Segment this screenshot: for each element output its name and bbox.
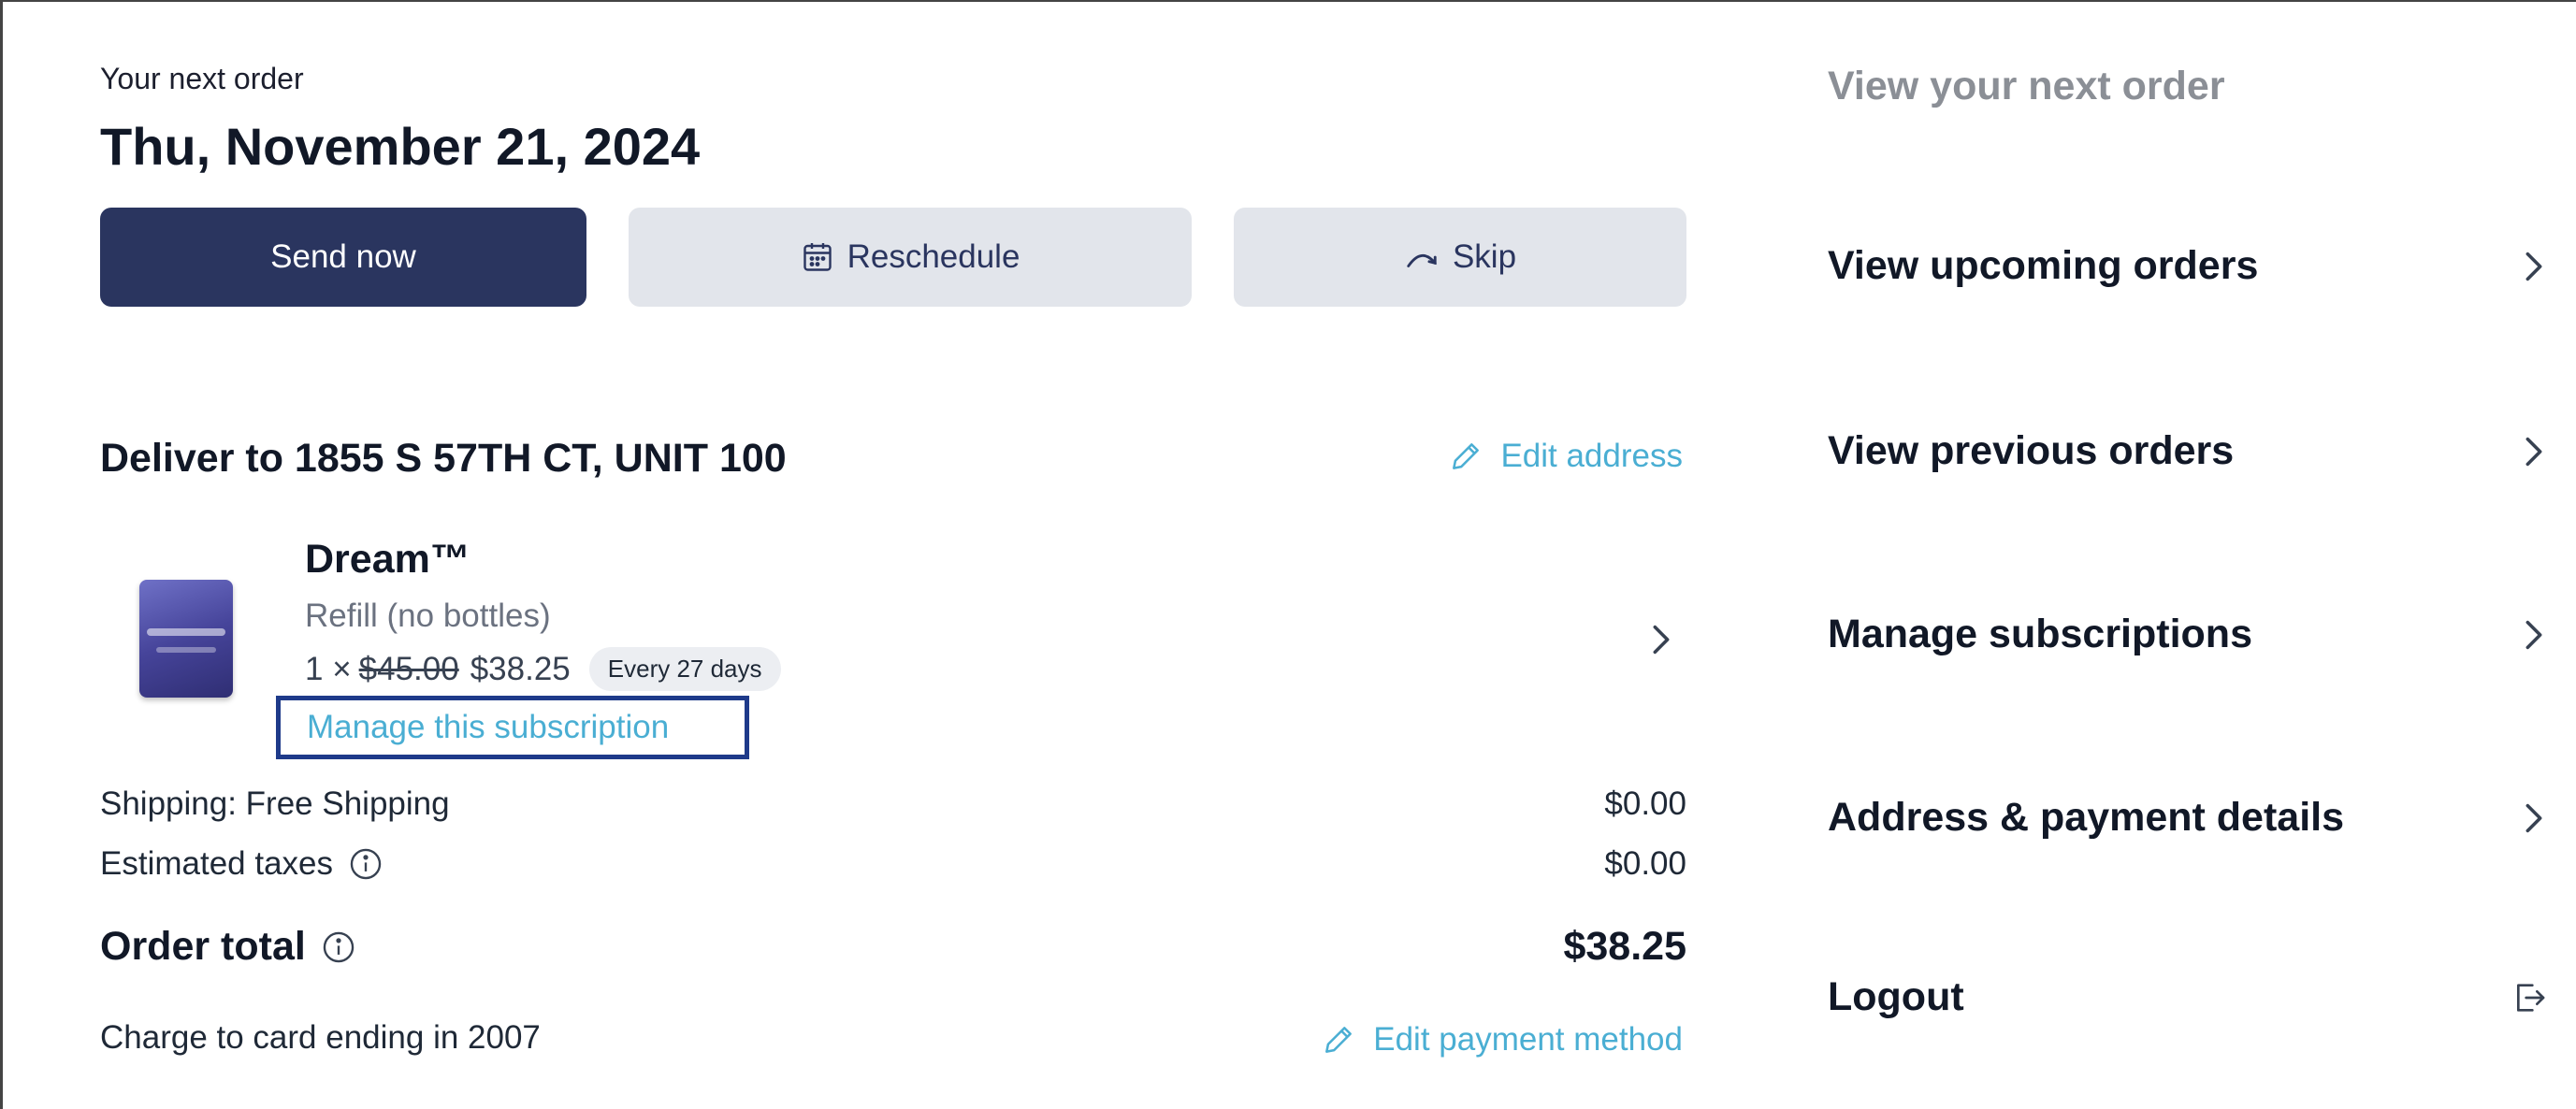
sidebar-item-label: View upcoming orders bbox=[1828, 243, 2259, 288]
edit-payment-link[interactable]: Edit payment method bbox=[1321, 1021, 1683, 1059]
info-icon[interactable] bbox=[348, 846, 384, 882]
pencil-icon bbox=[1321, 1022, 1356, 1058]
shipping-row: Shipping: Free Shipping $0.00 bbox=[100, 785, 1686, 823]
taxes-value: $0.00 bbox=[1604, 845, 1686, 882]
shipping-value: $0.00 bbox=[1604, 785, 1686, 822]
sidebar-item-logout[interactable]: Logout bbox=[1828, 974, 2548, 1020]
next-order-date: Thu, November 21, 2024 bbox=[100, 117, 701, 176]
reschedule-button[interactable]: Reschedule bbox=[629, 208, 1192, 307]
sidebar-title: View your next order bbox=[1828, 64, 2225, 108]
product-image bbox=[139, 580, 233, 698]
sidebar-item-label: Address & payment details bbox=[1828, 795, 2345, 840]
pencil-icon bbox=[1448, 439, 1483, 474]
order-total-value: $38.25 bbox=[1563, 924, 1686, 969]
chevron-right-icon bbox=[2520, 433, 2548, 470]
edit-address-label: Edit address bbox=[1500, 438, 1683, 474]
info-icon[interactable] bbox=[321, 929, 356, 965]
sidebar-item-label: Manage subscriptions bbox=[1828, 612, 2252, 656]
chevron-right-icon bbox=[2520, 248, 2548, 285]
chevron-right-icon bbox=[2520, 616, 2548, 654]
skip-label: Skip bbox=[1452, 238, 1517, 275]
calendar-icon bbox=[801, 240, 834, 274]
edit-payment-label: Edit payment method bbox=[1373, 1021, 1683, 1058]
logout-icon bbox=[2511, 979, 2548, 1016]
chevron-right-icon[interactable] bbox=[1647, 621, 1675, 658]
product-quantity: 1 × bbox=[305, 650, 352, 687]
sidebar-item-previous-orders[interactable]: View previous orders bbox=[1828, 428, 2548, 474]
sidebar-item-manage-subscriptions[interactable]: Manage subscriptions bbox=[1828, 612, 2548, 657]
taxes-label: Estimated taxes bbox=[100, 845, 333, 882]
charge-card-text: Charge to card ending in 2007 bbox=[100, 1019, 541, 1056]
sidebar-item-address-payment[interactable]: Address & payment details bbox=[1828, 795, 2548, 841]
chevron-right-icon bbox=[2520, 799, 2548, 837]
reschedule-label: Reschedule bbox=[847, 238, 1020, 275]
skip-arc-icon bbox=[1404, 243, 1440, 271]
send-now-button[interactable]: Send now bbox=[100, 208, 586, 307]
product-price-line: 1 × $45.00 $38.25 Every 27 days bbox=[305, 647, 781, 691]
next-order-label: Your next order bbox=[100, 62, 304, 95]
delivery-address: Deliver to 1855 S 57TH CT, UNIT 100 bbox=[100, 436, 787, 481]
order-total-label: Order total bbox=[100, 924, 306, 969]
manage-subscription-link[interactable]: Manage this subscription bbox=[276, 696, 749, 759]
send-now-label: Send now bbox=[270, 238, 416, 275]
frequency-badge: Every 27 days bbox=[588, 647, 781, 691]
product-name: Dream™ bbox=[305, 537, 470, 582]
sidebar-item-label: Logout bbox=[1828, 974, 1964, 1019]
taxes-row: Estimated taxes $0.00 bbox=[100, 845, 1686, 883]
sidebar-item-upcoming-orders[interactable]: View upcoming orders bbox=[1828, 243, 2548, 289]
product-price: $38.25 bbox=[470, 650, 571, 687]
product-variant: Refill (no bottles) bbox=[305, 598, 551, 634]
shipping-label: Shipping: Free Shipping bbox=[100, 785, 450, 822]
edit-address-link[interactable]: Edit address bbox=[1448, 438, 1683, 475]
skip-button[interactable]: Skip bbox=[1234, 208, 1686, 307]
order-total-row: Order total $38.25 bbox=[100, 924, 1686, 970]
product-original-price: $45.00 bbox=[358, 650, 459, 687]
sidebar-item-label: View previous orders bbox=[1828, 428, 2235, 473]
